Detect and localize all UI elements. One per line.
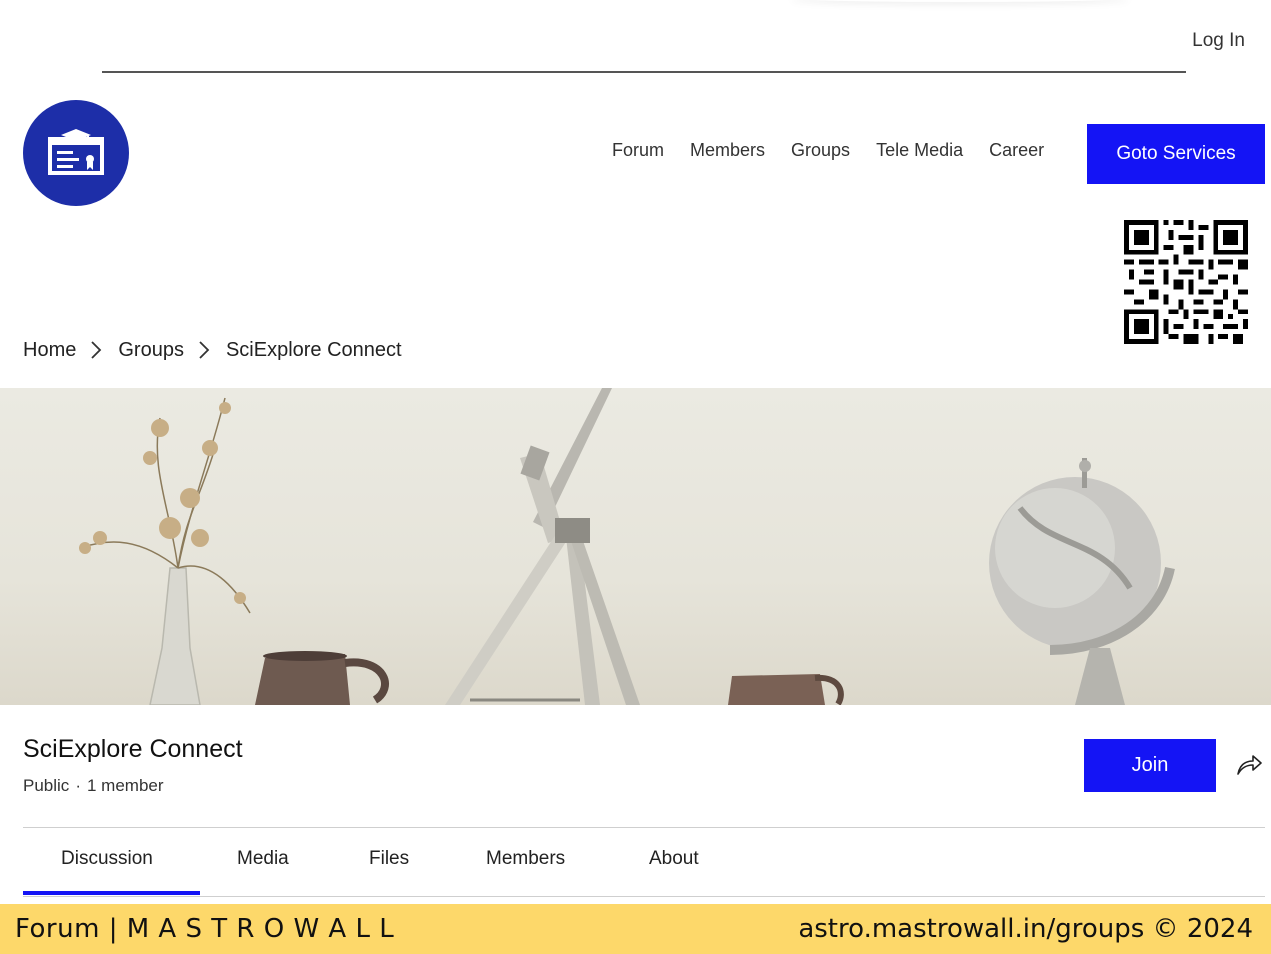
graduation-certificate-icon (48, 129, 104, 175)
chevron-right-icon (90, 338, 104, 362)
header-divider (102, 71, 1186, 73)
pitcher-illustration (255, 651, 389, 705)
tab-files[interactable]: Files (369, 848, 409, 870)
chevron-right-icon (198, 338, 212, 362)
goto-services-button[interactable]: Goto Services (1087, 124, 1265, 184)
active-tab-indicator (23, 891, 200, 895)
vase-illustration (79, 397, 251, 705)
nav-item-career[interactable]: Career (989, 140, 1044, 161)
pitcher-illustration (728, 674, 844, 705)
main-nav: Forum Members Groups Tele Media Career (612, 140, 1070, 161)
nav-item-tele-media[interactable]: Tele Media (876, 140, 963, 161)
join-button[interactable]: Join (1084, 739, 1216, 792)
breadcrumb: Home Groups SciExplore Connect (23, 338, 402, 362)
tabs-divider-top (23, 827, 1265, 828)
group-member-count[interactable]: 1 member (87, 776, 164, 796)
meta-separator: · (75, 776, 81, 795)
tab-media[interactable]: Media (237, 848, 289, 870)
breadcrumb-current: SciExplore Connect (225, 338, 402, 361)
group-title: SciExplore Connect (23, 735, 243, 763)
qr-code (1124, 220, 1248, 344)
breadcrumb-home[interactable]: Home (23, 339, 76, 362)
tab-about[interactable]: About (649, 848, 699, 870)
group-meta: Public · 1 member (23, 776, 164, 796)
tabs-divider-bottom (23, 896, 1265, 897)
site-logo[interactable] (23, 100, 129, 206)
nav-item-forum[interactable]: Forum (612, 140, 664, 161)
footer-bar: Forum | M A S T R O W A L L astro.mastro… (0, 904, 1271, 954)
globe-illustration (989, 458, 1175, 705)
top-shadow (790, 0, 1130, 2)
group-cover-image (0, 388, 1271, 705)
telescope-illustration (445, 388, 640, 705)
footer-url-copyright: astro.mastrowall.in/groups © 2024 (798, 914, 1253, 944)
login-link[interactable]: Log In (1192, 30, 1245, 52)
breadcrumb-groups[interactable]: Groups (118, 339, 184, 362)
tab-members[interactable]: Members (486, 848, 565, 870)
share-arrow-icon[interactable] (1235, 752, 1263, 778)
footer-site-name: Forum | M A S T R O W A L L (15, 914, 395, 944)
nav-item-groups[interactable]: Groups (791, 140, 850, 161)
group-privacy: Public (23, 776, 70, 795)
nav-item-members[interactable]: Members (690, 140, 765, 161)
tab-discussion[interactable]: Discussion (61, 848, 153, 870)
